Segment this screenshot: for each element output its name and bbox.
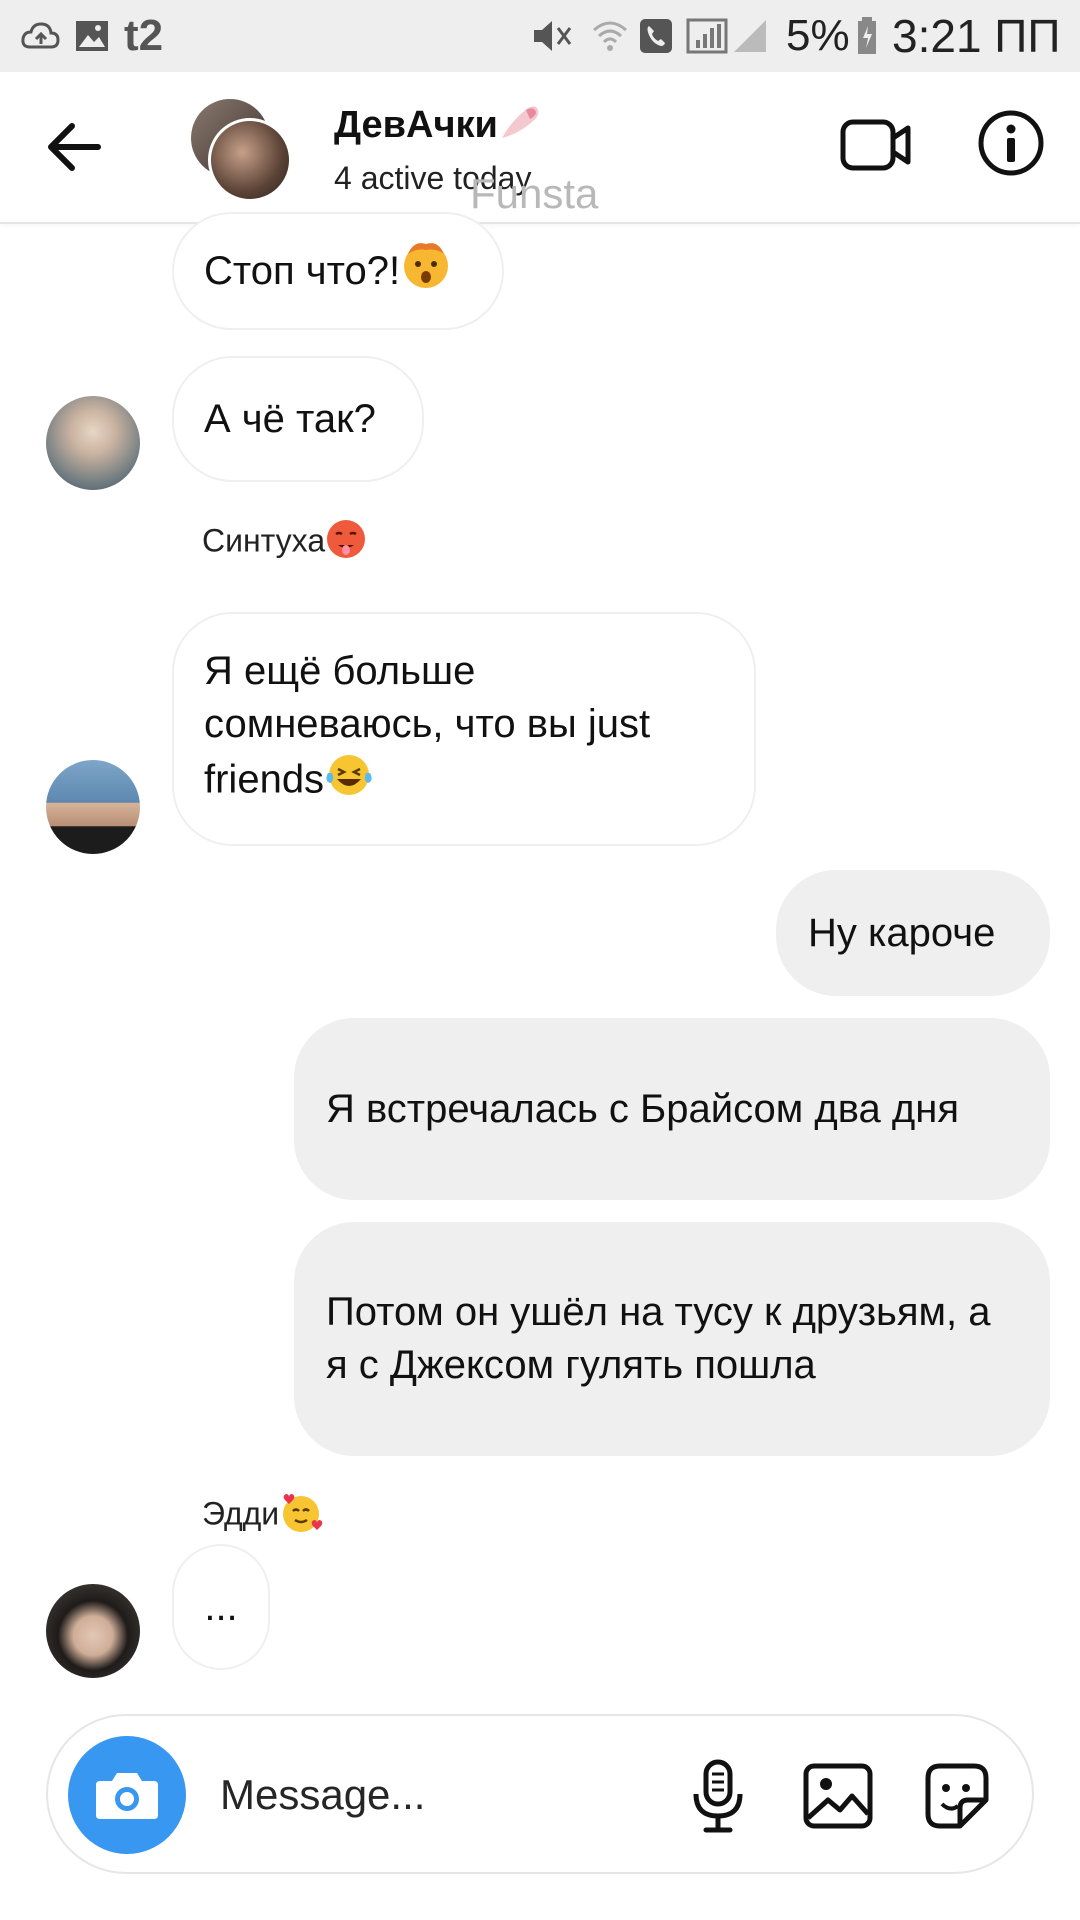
message-incoming[interactable]: ...	[172, 1544, 270, 1670]
avatar[interactable]	[46, 396, 140, 490]
camera-icon	[96, 1773, 158, 1819]
battery-icon	[856, 0, 878, 72]
message-incoming[interactable]: А чё так?	[172, 356, 424, 482]
message-composer	[46, 1714, 1034, 1874]
message-incoming[interactable]: Я ещё больше сомневаюсь, что вы just fri…	[172, 612, 756, 846]
gallery-icon[interactable]	[798, 1756, 878, 1836]
message-incoming[interactable]: Стоп что?!	[172, 212, 504, 330]
call-icon	[638, 0, 674, 72]
group-avatar-front[interactable]	[208, 118, 292, 202]
mute-icon	[530, 0, 574, 72]
camera-button[interactable]	[68, 1736, 186, 1854]
wifi-icon	[590, 0, 630, 72]
message-input[interactable]	[218, 1764, 642, 1826]
nail-polish-emoji	[498, 102, 542, 152]
message-outgoing[interactable]: Я встречалась с Брайсом два дня	[294, 1018, 1050, 1200]
watermark: Funsta	[470, 170, 599, 217]
status-bar: t2 5% 3:21 ПП	[0, 0, 1080, 72]
gallery-notification-icon	[74, 0, 110, 72]
sticker-icon[interactable]	[916, 1756, 996, 1836]
clock: 3:21 ПП	[892, 10, 1061, 62]
cloud-sync-icon	[20, 0, 60, 72]
avatar[interactable]	[46, 1584, 140, 1678]
hot-face-emoji	[325, 518, 367, 568]
battery-percent: 5%	[786, 11, 850, 60]
info-icon[interactable]	[976, 108, 1046, 178]
sender-name: Эдди	[202, 1490, 323, 1542]
signal-icon	[686, 0, 770, 72]
chat-title[interactable]: ДевАчки	[334, 102, 542, 152]
carrier-label: t2	[124, 11, 164, 60]
laughing-tears-emoji	[324, 751, 374, 813]
hearts-face-emoji	[279, 1490, 323, 1542]
microphone-icon[interactable]	[678, 1756, 758, 1836]
shocked-face-emoji	[400, 238, 452, 304]
message-outgoing[interactable]: Потом он ушёл на тусу к друзьям, а я с Д…	[294, 1222, 1050, 1456]
back-arrow-icon[interactable]	[40, 112, 110, 182]
video-call-icon[interactable]	[840, 114, 912, 176]
sender-name: Синтуха	[202, 518, 367, 568]
message-outgoing[interactable]: Ну кароче	[776, 870, 1050, 996]
avatar[interactable]	[46, 760, 140, 854]
